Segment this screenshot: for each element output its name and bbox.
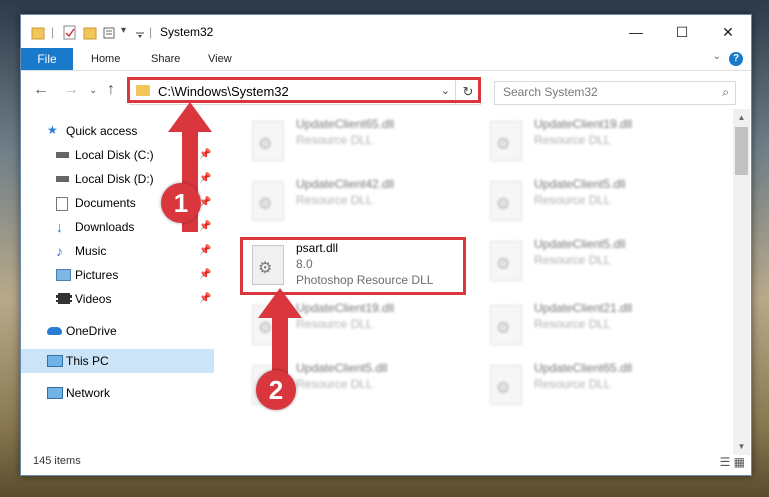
file-name: UpdateClient65.dll — [296, 117, 395, 131]
sidebar-item-label: Quick access — [66, 124, 138, 138]
navigation-bar: ← → ⌄ ↑ C:\Windows\System32 ⌄ ↻ Search S… — [21, 71, 751, 109]
back-button[interactable]: ← — [33, 81, 49, 99]
tab-file[interactable]: File — [21, 48, 73, 70]
file-type: Resource DLL — [534, 193, 611, 207]
file-type: Resource DLL — [534, 133, 611, 147]
pin-icon[interactable]: 📌 — [199, 263, 211, 287]
pin-icon[interactable]: 📌 — [199, 239, 211, 263]
sidebar-item-label: This PC — [66, 354, 109, 368]
title-bar: | ▾ | System32 — ☐ ✕ — [21, 15, 751, 48]
sidebar-item-label: Music — [75, 244, 107, 258]
file-item[interactable]: UpdateClient5.dll Resource DLL — [480, 175, 710, 227]
sidebar-item-videos[interactable]: Videos 📌 — [21, 287, 214, 311]
file-item[interactable]: UpdateClient42.dll Resource DLL — [242, 175, 472, 227]
vertical-scrollbar[interactable]: ▲ ▼ — [733, 109, 750, 455]
sidebar-item-label: Pictures — [75, 268, 119, 282]
music-icon: ♪ — [56, 243, 63, 259]
sidebar-item-music[interactable]: ♪ Music 📌 — [21, 239, 214, 263]
videos-icon — [56, 293, 72, 304]
sidebar-item-label: Downloads — [75, 220, 135, 234]
sidebar-item-label: Documents — [75, 196, 136, 210]
network-icon — [47, 387, 63, 399]
file-item[interactable]: UpdateClient65.dll Resource DLL — [242, 115, 472, 167]
tab-view[interactable]: View — [208, 48, 232, 70]
file-type: Resource DLL — [534, 317, 611, 331]
dll-file-icon — [490, 365, 522, 405]
file-name: UpdateClient5.dll — [534, 237, 626, 251]
up-button[interactable]: ↑ — [107, 81, 115, 99]
ribbon-expand-icon[interactable]: ⌄ — [713, 51, 721, 62]
sidebar-item-label: Local Disk (D:) — [75, 172, 154, 186]
sidebar-item-label: Network — [66, 386, 111, 400]
sidebar-item-label: Videos — [75, 292, 112, 306]
recent-locations-icon[interactable]: ⌄ — [89, 85, 97, 96]
drive-icon — [56, 152, 69, 158]
file-name: UpdateClient19.dll — [296, 301, 395, 315]
pictures-icon — [56, 269, 71, 281]
dll-file-icon — [490, 181, 522, 221]
separator: | — [51, 25, 55, 39]
window-title: System32 — [160, 25, 214, 39]
file-item[interactable]: UpdateClient65.dll Resource DLL — [480, 359, 710, 411]
annotation-badge-2: 2 — [256, 370, 296, 410]
dll-file-icon — [252, 121, 284, 161]
file-item[interactable]: UpdateClient21.dll Resource DLL — [480, 299, 710, 351]
sidebar-item-network[interactable]: Network — [21, 381, 214, 405]
view-mode-icons[interactable]: ☰ ▦ — [720, 455, 745, 469]
file-name: UpdateClient42.dll — [296, 177, 395, 191]
file-list: UpdateClient65.dll Resource DLL UpdateCl… — [228, 109, 733, 447]
sidebar-item-onedrive[interactable]: OneDrive — [21, 319, 214, 343]
file-type: Resource DLL — [296, 133, 373, 147]
search-input[interactable]: Search System32 ⌕ — [494, 81, 736, 105]
folder-icon[interactable] — [31, 25, 45, 41]
dll-file-icon — [490, 121, 522, 161]
documents-icon — [56, 197, 68, 211]
customize-icon[interactable] — [103, 25, 121, 41]
file-name: UpdateClient65.dll — [534, 361, 633, 375]
file-name: UpdateClient19.dll — [534, 117, 633, 131]
file-name: UpdateClient5.dll — [534, 177, 626, 191]
file-name: UpdateClient21.dll — [534, 301, 633, 315]
dll-file-icon — [490, 305, 522, 345]
annotation-badge-1: 1 — [161, 183, 201, 223]
ribbon: File Home Share View ⌄ ? — [21, 48, 751, 71]
new-folder-icon[interactable] — [83, 25, 97, 41]
search-icon[interactable]: ⌕ — [722, 85, 729, 100]
tab-home[interactable]: Home — [91, 48, 120, 70]
help-icon[interactable]: ? — [729, 52, 743, 66]
file-type: Resource DLL — [296, 193, 373, 207]
onedrive-icon — [47, 327, 62, 335]
downloads-icon: ↓ — [56, 219, 63, 235]
pin-icon[interactable]: 📌 — [199, 287, 211, 311]
scrollbar-thumb[interactable] — [735, 127, 748, 175]
item-count: 145 items — [33, 455, 81, 467]
star-icon: ★ — [47, 123, 58, 137]
drive-icon — [56, 176, 69, 182]
file-type: Resource DLL — [534, 253, 611, 267]
separator: | — [149, 25, 153, 39]
sidebar-item-label: OneDrive — [66, 324, 117, 338]
pin-toolbar-icon[interactable] — [135, 25, 145, 41]
file-type: Resource DLL — [534, 377, 611, 391]
forward-button[interactable]: → — [63, 81, 79, 99]
close-button[interactable]: ✕ — [705, 19, 751, 45]
minimize-button[interactable]: — — [613, 19, 659, 45]
dll-file-icon — [252, 181, 284, 221]
sidebar-item-this-pc[interactable]: This PC — [21, 349, 214, 373]
explorer-window: | ▾ | System32 — ☐ ✕ File Home Share Vie… — [20, 14, 752, 476]
properties-icon[interactable] — [63, 25, 77, 41]
file-item[interactable]: UpdateClient5.dll Resource DLL — [480, 235, 710, 287]
tab-share[interactable]: Share — [151, 48, 180, 70]
scroll-up-icon[interactable]: ▲ — [733, 109, 750, 126]
chevron-down-icon[interactable]: ▾ — [121, 25, 126, 41]
sidebar-item-label: Local Disk (C:) — [75, 148, 154, 162]
file-item[interactable]: UpdateClient19.dll Resource DLL — [480, 115, 710, 167]
pc-icon — [47, 355, 63, 367]
sidebar-item-pictures[interactable]: Pictures 📌 — [21, 263, 214, 287]
status-bar: 145 items ☰ ▦ — [21, 449, 751, 475]
maximize-button[interactable]: ☐ — [659, 19, 705, 45]
dll-file-icon — [490, 241, 522, 281]
search-placeholder: Search System32 — [503, 85, 598, 99]
